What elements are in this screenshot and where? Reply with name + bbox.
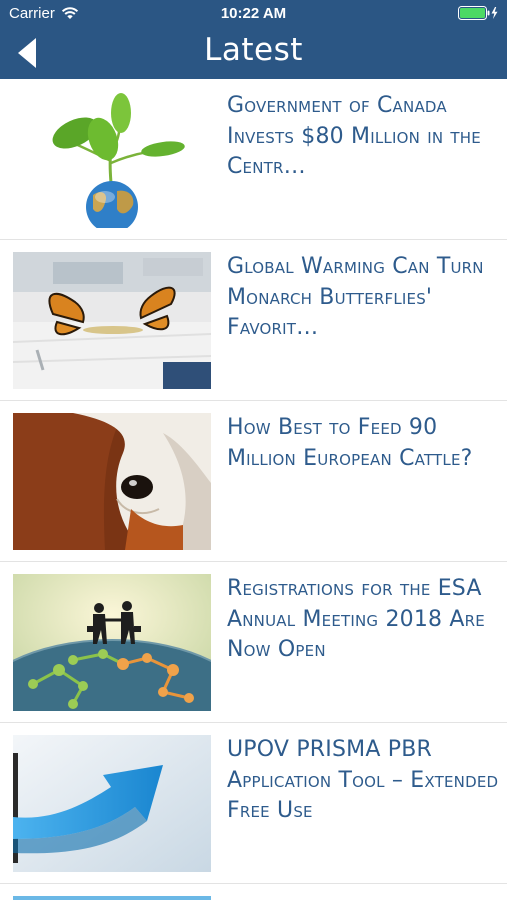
article-title: Government of Canada Invests $80 Million… xyxy=(227,93,481,179)
article-thumbnail-blue-arrow xyxy=(13,735,211,872)
article-title: How Best to Feed 90 Million European Cat… xyxy=(227,415,473,471)
article-title: Global Warming Can Turn Monarch Butterfl… xyxy=(227,254,484,340)
article-row[interactable]: How Best to Feed 90 Million European Cat… xyxy=(0,401,507,562)
next-article-thumbnail-peek xyxy=(13,896,211,900)
article-row[interactable]: UPOV PRISMA PBR Application Tool – Exten… xyxy=(0,723,507,884)
status-bar: Carrier 10:22 AM xyxy=(0,0,507,26)
app-header: Carrier 10:22 AM Latest xyxy=(0,0,507,79)
article-title: Registrations for the ESA Annual Meeting… xyxy=(227,576,485,662)
article-list: Government of Canada Invests $80 Million… xyxy=(0,79,507,884)
article-thumbnail-seedling-globe xyxy=(13,91,211,228)
navigation-bar: Latest xyxy=(0,26,507,79)
article-row[interactable]: Registrations for the ESA Annual Meeting… xyxy=(0,562,507,723)
article-thumbnail-cow-closeup xyxy=(13,413,211,550)
article-row[interactable]: Global Warming Can Turn Monarch Butterfl… xyxy=(0,240,507,401)
article-title: UPOV PRISMA PBR Application Tool – Exten… xyxy=(227,737,499,823)
article-thumbnail-monarch-butterflies xyxy=(13,252,211,389)
battery-icon xyxy=(458,6,498,20)
status-time: 10:22 AM xyxy=(220,5,287,22)
article-row[interactable]: Government of Canada Invests $80 Million… xyxy=(0,79,507,240)
page-title: Latest xyxy=(204,32,303,68)
article-thumbnail-handshake-globe-network xyxy=(13,574,211,711)
